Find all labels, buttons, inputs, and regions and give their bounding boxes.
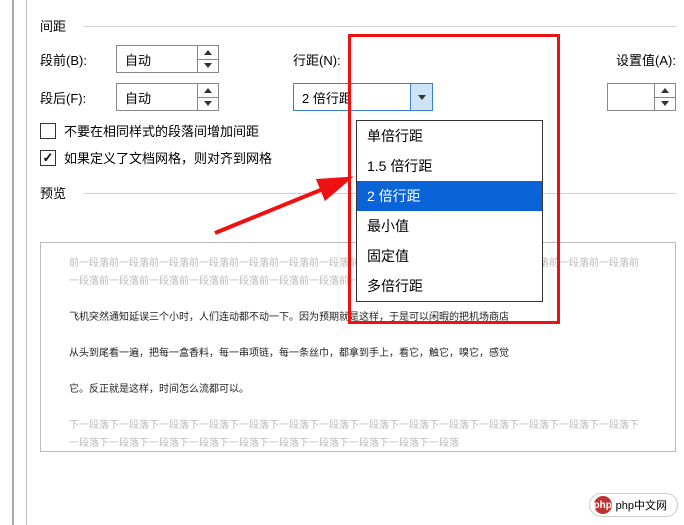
line-spacing-option[interactable]: 最小值 [357, 211, 542, 241]
spin-up-icon[interactable] [198, 84, 218, 98]
checkbox-snap-to-grid-label: 如果定义了文档网格，则对齐到网格 [64, 148, 272, 167]
line-spacing-dropdown-btn[interactable] [410, 84, 432, 110]
space-after-input[interactable]: 自动 [116, 83, 198, 111]
space-before-value: 自动 [117, 50, 197, 69]
preview-ghost-after: 下一段落下一段落下一段落下一段落下一段落下一段落下一段落下一段落下一段落下一段落… [69, 417, 647, 452]
set-value-spinner[interactable] [654, 83, 676, 111]
checkbox-snap-to-grid[interactable] [40, 150, 56, 166]
watermark-logo: php php中文网 [589, 493, 678, 517]
section-spacing-title: 间距 [40, 16, 676, 35]
spin-up-icon[interactable] [198, 46, 218, 60]
chevron-down-icon [418, 95, 426, 100]
checkbox-no-space-same-style[interactable] [40, 123, 56, 139]
space-before-spinner[interactable] [197, 45, 219, 73]
line-spacing-option[interactable]: 多倍行距 [357, 271, 542, 301]
preview-body-line3: 它。反正就是这样，时间怎么流都可以。 [69, 381, 647, 399]
preview-body-line2: 从头到尾看一遍，把每一盒香料，每一串项链，每一条丝巾，都拿到手上，看它，触它，嗅… [69, 345, 647, 363]
spin-up-icon[interactable] [655, 84, 675, 98]
space-after-value: 自动 [117, 88, 197, 107]
spin-down-icon[interactable] [198, 98, 218, 111]
preview-body-line1: 飞机突然通知延误三个小时，人们连动都不动一下。因为预期就是这样，于是可以闲暇的把… [69, 309, 647, 327]
label-set-value: 设置值(A): [616, 50, 676, 69]
line-spacing-value: 2 倍行距 [294, 88, 410, 107]
watermark-text: php中文网 [616, 497, 667, 513]
line-spacing-select[interactable]: 2 倍行距 [293, 83, 433, 111]
label-line-spacing: 行距(N): [293, 50, 361, 69]
set-value-input[interactable] [607, 83, 655, 111]
spin-down-icon[interactable] [198, 60, 218, 73]
label-space-before: 段前(B): [40, 50, 104, 69]
line-spacing-option[interactable]: 单倍行距 [357, 121, 542, 151]
line-spacing-option[interactable]: 固定值 [357, 241, 542, 271]
space-before-input[interactable]: 自动 [116, 45, 198, 73]
spin-down-icon[interactable] [655, 98, 675, 111]
php-logo-icon: php [594, 496, 612, 514]
line-spacing-option[interactable]: 2 倍行距 [357, 181, 542, 211]
space-after-spinner[interactable] [197, 83, 219, 111]
checkbox-no-space-same-style-label: 不要在相同样式的段落间增加间距 [64, 121, 259, 140]
label-space-after: 段后(F): [40, 88, 104, 107]
line-spacing-option[interactable]: 1.5 倍行距 [357, 151, 542, 181]
line-spacing-dropdown-list[interactable]: 单倍行距 1.5 倍行距 2 倍行距 最小值 固定值 多倍行距 [356, 120, 543, 302]
